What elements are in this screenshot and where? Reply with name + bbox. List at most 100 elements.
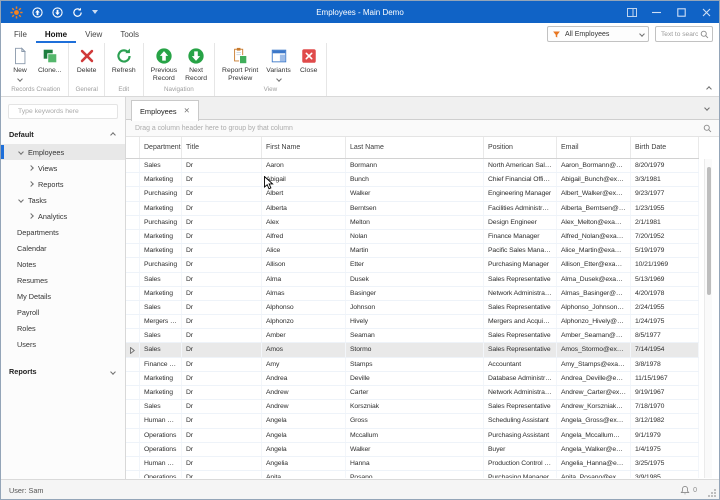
sidebar-item-employees[interactable]: Employees	[1, 144, 125, 160]
cell-title: Dr	[182, 173, 262, 186]
previous-record-button[interactable]: Previous Record	[148, 46, 180, 83]
table-row[interactable]: SalesDrAlphonsoJohnsonSales Representati…	[126, 301, 699, 315]
sidebar-item-departments[interactable]: Departments	[1, 224, 125, 240]
sidebar-item-reports[interactable]: Reports	[1, 176, 125, 192]
row-indicator	[126, 216, 140, 229]
ribbon-group-view: Report Print PreviewVariantsCloseView	[215, 43, 327, 96]
refresh-button[interactable]: Refresh	[109, 46, 139, 75]
vertical-scrollbar[interactable]	[704, 159, 712, 478]
new-button[interactable]: New	[7, 46, 33, 81]
table-row[interactable]: Human Resourc...DrAngelaGrossScheduling …	[126, 414, 699, 428]
row-indicator	[126, 159, 140, 172]
grid-search-icon[interactable]	[703, 124, 712, 133]
chevron-right-icon[interactable]	[28, 213, 34, 219]
table-row[interactable]: OperationsDrAngelaMccallumPurchasing Ass…	[126, 429, 699, 443]
qat-refresh-icon[interactable]	[72, 7, 83, 18]
next-record-button[interactable]: Next Record	[182, 46, 210, 83]
tab-close-icon[interactable]: ✕	[184, 107, 190, 115]
sidebar-item-views[interactable]: Views	[1, 160, 125, 176]
table-row[interactable]: SalesDrAlmaDusekSales RepresentativeAlma…	[126, 273, 699, 287]
table-row[interactable]: SalesDrAmosStormoSales RepresentativeAmo…	[126, 343, 699, 357]
sidebar-search-input[interactable]	[16, 107, 113, 116]
cell-position: Buyer	[484, 443, 557, 456]
column-header-birth-date[interactable]: Birth Date	[631, 137, 699, 158]
window-button-close[interactable]	[694, 1, 719, 23]
table-row[interactable]: Human Resourc...DrAngeliaHannaProduction…	[126, 457, 699, 471]
sidebar-item-my-details[interactable]: My Details	[1, 288, 125, 304]
tab-list-dropdown-icon[interactable]	[704, 105, 710, 111]
cell-birth-date: 1/23/1955	[631, 202, 699, 215]
table-row[interactable]: MarketingDrAbigailBunchChief Financial O…	[126, 173, 699, 187]
sidebar-item-users[interactable]: Users	[1, 336, 125, 352]
sidebar-item-notes[interactable]: Notes	[1, 256, 125, 272]
document-area: Employees ✕ Drag a column header here to…	[126, 97, 720, 479]
sidebar-item-analytics[interactable]: Analytics	[1, 208, 125, 224]
ribbon-search-box[interactable]	[655, 26, 713, 42]
cell-position: Finance Manager	[484, 230, 557, 243]
ribbon-tab-view[interactable]: View	[76, 26, 111, 43]
table-row[interactable]: MarketingDrAliceMartinPacific Sales Mana…	[126, 244, 699, 258]
cell-position: Scheduling Assistant	[484, 414, 557, 427]
sidebar-item-calendar[interactable]: Calendar	[1, 240, 125, 256]
ribbon-tab-home[interactable]: Home	[36, 26, 76, 43]
records-filter-dropdown[interactable]: All Employees	[547, 26, 649, 42]
document-tab-employees[interactable]: Employees ✕	[131, 100, 199, 121]
scrollbar-thumb[interactable]	[707, 167, 711, 295]
table-row[interactable]: MarketingDrAlfredNolanFinance ManagerAlf…	[126, 230, 699, 244]
chevron-right-icon[interactable]	[28, 165, 34, 171]
qat-customize-dropdown-icon[interactable]	[92, 10, 98, 14]
sidebar-item-tasks[interactable]: Tasks	[1, 192, 125, 208]
qat-previous-record-icon[interactable]	[32, 7, 43, 18]
table-row[interactable]: SalesDrAaronBormannNorth American Sales …	[126, 159, 699, 173]
notifications[interactable]: 0	[680, 480, 697, 500]
clone-button[interactable]: Clone...	[35, 46, 64, 75]
report-print-preview-button[interactable]: Report Print Preview	[219, 46, 261, 83]
row-indicator	[126, 258, 140, 271]
column-header-first-name[interactable]: First Name	[262, 137, 346, 158]
cell-first-name: Angela	[262, 443, 346, 456]
qat-next-record-icon[interactable]	[52, 7, 63, 18]
table-row[interactable]: Mergers and Ac...DrAlphonzoHivelyMergers…	[126, 315, 699, 329]
sidebar-item-roles[interactable]: Roles	[1, 320, 125, 336]
column-header-title[interactable]: Title	[182, 137, 262, 158]
ribbon-tab-file[interactable]: File	[5, 26, 36, 43]
table-row[interactable]: PurchasingDrAlbertWalkerEngineering Mana…	[126, 187, 699, 201]
window-button-maximize[interactable]	[669, 1, 694, 23]
grid-group-panel[interactable]: Drag a column header here to group by th…	[126, 120, 720, 137]
variants-button[interactable]: Variants	[263, 46, 293, 81]
column-header-position[interactable]: Position	[484, 137, 557, 158]
window-button-minimize[interactable]	[644, 1, 669, 23]
sidebar-item-resumes[interactable]: Resumes	[1, 272, 125, 288]
table-row[interactable]: PurchasingDrAlexMeltonDesign EngineerAle…	[126, 216, 699, 230]
chevron-down-icon[interactable]	[18, 149, 24, 155]
ribbon-group-label: General	[73, 85, 99, 96]
table-row[interactable]: SalesDrAmberSeamanSales RepresentativeAm…	[126, 329, 699, 343]
sidebar-search-box[interactable]	[8, 104, 118, 119]
sidebar-item-label: Reports	[38, 180, 64, 189]
sidebar-item-payroll[interactable]: Payroll	[1, 304, 125, 320]
table-row[interactable]: Finance and Ac...DrAmyStampsAccountantAm…	[126, 358, 699, 372]
table-row[interactable]: MarketingDrAlmasBasingerNetwork Administ…	[126, 287, 699, 301]
table-row[interactable]: PurchasingDrAllisonEtterPurchasing Manag…	[126, 258, 699, 272]
chevron-right-icon[interactable]	[28, 181, 34, 187]
table-row[interactable]: MarketingDrAlbertaBerntsenFacilities Adm…	[126, 202, 699, 216]
ribbon-group-label: Records Creation	[7, 85, 64, 96]
chevron-down-icon[interactable]	[18, 197, 24, 203]
window-button-layout-panels[interactable]	[619, 1, 644, 23]
ribbon-search-input[interactable]	[659, 30, 700, 39]
nav-group-header-reports[interactable]: Reports	[1, 362, 125, 381]
ribbon-tab-tools[interactable]: Tools	[111, 26, 148, 43]
column-header-last-name[interactable]: Last Name	[346, 137, 484, 158]
column-header-department[interactable]: Department	[140, 137, 182, 158]
resize-grip-icon[interactable]	[708, 489, 716, 497]
table-row[interactable]: OperationsDrAnitaPosanoPurchasing Manage…	[126, 471, 699, 478]
table-row[interactable]: MarketingDrAndrewCarterNetwork Administr…	[126, 386, 699, 400]
delete-button[interactable]: Delete	[74, 46, 100, 75]
close-button[interactable]: Close	[296, 46, 322, 75]
column-header-email[interactable]: Email	[557, 137, 631, 158]
table-row[interactable]: MarketingDrAndreaDevilleDatabase Adminis…	[126, 372, 699, 386]
cell-birth-date: 11/15/1967	[631, 372, 699, 385]
table-row[interactable]: SalesDrAndrewKorszniakSales Representati…	[126, 400, 699, 414]
nav-group-header-default[interactable]: Default	[1, 125, 125, 144]
table-row[interactable]: OperationsDrAngelaWalkerBuyerAngela_Walk…	[126, 443, 699, 457]
